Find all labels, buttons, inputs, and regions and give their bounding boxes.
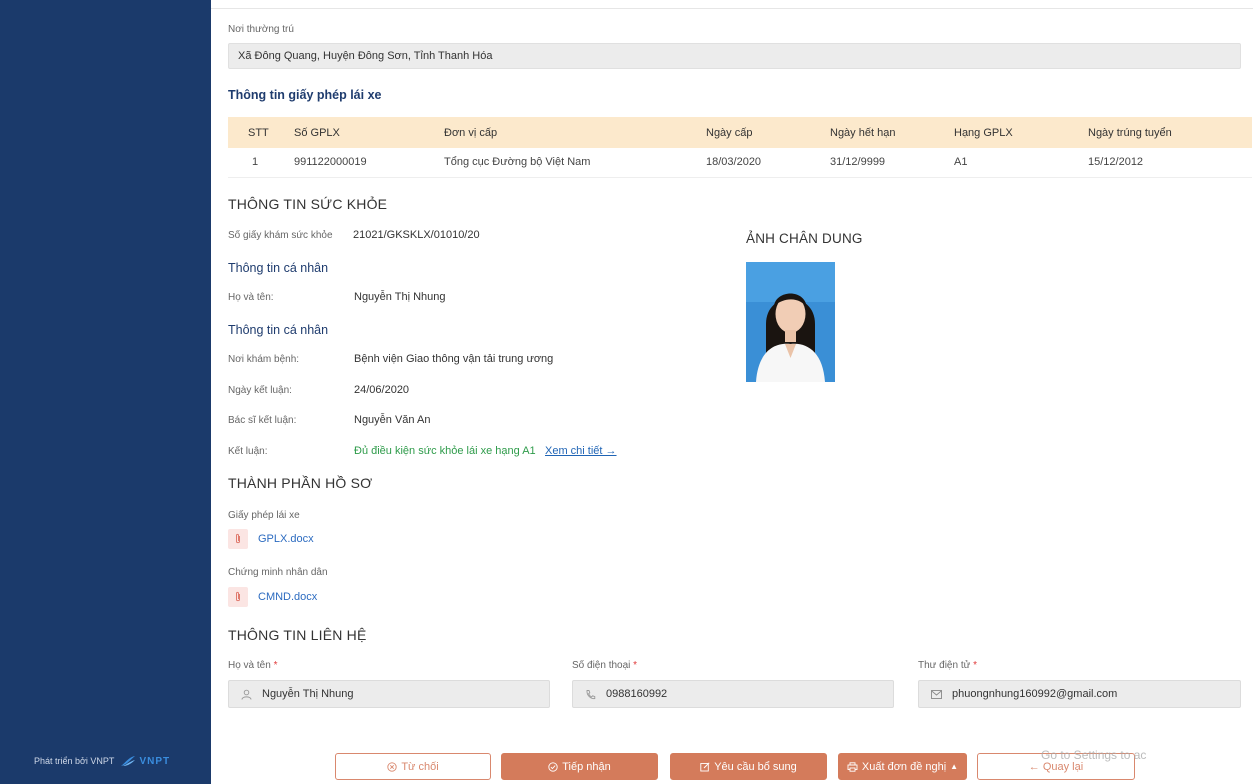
health-section-title: THÔNG TIN SỨC KHỎE bbox=[228, 196, 388, 212]
export-button[interactable]: Xuất đơn đề nghị ▲ bbox=[838, 753, 967, 780]
export-button-label: Xuất đơn đề nghị bbox=[861, 760, 947, 773]
contact-phone-field[interactable]: 0988160992 bbox=[572, 680, 894, 708]
col-license-class: Hạng GPLX bbox=[948, 117, 1082, 148]
contact-email-field[interactable]: phuongnhung160992@gmail.com bbox=[918, 680, 1241, 708]
accept-button-label: Tiếp nhận bbox=[562, 760, 611, 773]
license-table: STT Số GPLX Đơn vị cấp Ngày cấp Ngày hết… bbox=[228, 117, 1252, 178]
view-detail-link[interactable]: Xem chi tiết → bbox=[545, 445, 617, 457]
mail-icon bbox=[931, 689, 942, 699]
cell-license-number: 991122000019 bbox=[288, 148, 438, 178]
paperclip-icon bbox=[228, 529, 248, 549]
sidebar-footer: Phát triển bởi VNPT VNPT bbox=[34, 755, 170, 767]
exam-place-value: Bệnh viện Giao thông vận tải trung ương bbox=[354, 353, 554, 365]
portrait-title: ẢNH CHÂN DUNG bbox=[746, 231, 863, 246]
contact-name-field[interactable]: Nguyễn Thị Nhung bbox=[228, 680, 550, 708]
col-pass-date: Ngày trúng tuyển bbox=[1082, 117, 1252, 148]
edit-icon bbox=[700, 761, 710, 771]
conclusion-value: Đủ điều kiện sức khỏe lái xe hạng A1 bbox=[354, 445, 536, 457]
back-button-label: ← Quay lại bbox=[1028, 760, 1084, 773]
user-icon bbox=[241, 689, 252, 700]
file-link-cmnd[interactable]: CMND.docx bbox=[258, 591, 317, 603]
request-more-button[interactable]: Yêu cầu bổ sung bbox=[670, 753, 827, 780]
cell-issuer: Tổng cục Đường bộ Việt Nam bbox=[438, 148, 700, 178]
developer-credit: Phát triển bởi VNPT bbox=[34, 756, 115, 766]
check-circle-icon bbox=[548, 761, 558, 772]
contact-email-value: phuongnhung160992@gmail.com bbox=[952, 688, 1118, 700]
reject-button-label: Từ chối bbox=[401, 760, 439, 773]
cell-license-class: A1 bbox=[948, 148, 1082, 178]
vnpt-logo: VNPT bbox=[120, 755, 170, 767]
col-issue-date: Ngày cấp bbox=[700, 117, 824, 148]
col-expiry-date: Ngày hết hạn bbox=[824, 117, 948, 148]
health-cert-label: Số giấy khám sức khỏe bbox=[228, 230, 333, 241]
vnpt-swirl-icon bbox=[121, 756, 136, 766]
col-issuer: Đơn vị cấp bbox=[438, 117, 700, 148]
col-license-number: Số GPLX bbox=[288, 117, 438, 148]
document-label-id-card: Chứng minh nhân dân bbox=[228, 567, 328, 578]
health-cert-value: 21021/GKSKLX/01010/20 bbox=[353, 229, 480, 241]
col-stt: STT bbox=[228, 117, 288, 148]
table-row: 1 991122000019 Tổng cục Đường bộ Việt Na… bbox=[228, 148, 1252, 178]
personal-info-title: Thông tin cá nhân bbox=[228, 261, 329, 275]
paperclip-icon bbox=[228, 587, 248, 607]
contact-name-label: Họ và tên * bbox=[228, 660, 278, 671]
license-section-title: Thông tin giấy phép lái xe bbox=[228, 88, 382, 102]
contact-email-label: Thư điện tử * bbox=[918, 660, 977, 671]
reject-button[interactable]: Từ chối bbox=[335, 753, 491, 780]
request-more-button-label: Yêu cầu bổ sung bbox=[714, 760, 797, 773]
portrait-photo bbox=[746, 262, 835, 382]
license-table-header: STT Số GPLX Đơn vị cấp Ngày cấp Ngày hết… bbox=[228, 117, 1252, 148]
conclusion-date-label: Ngày kết luận: bbox=[228, 385, 292, 396]
residence-field: Xã Đông Quang, Huyện Đông Sơn, Tỉnh Than… bbox=[228, 43, 1241, 69]
doctor-label: Bác sĩ kết luận: bbox=[228, 415, 297, 426]
printer-icon bbox=[847, 761, 858, 772]
conclusion-date-value: 24/06/2020 bbox=[354, 384, 410, 396]
cell-stt: 1 bbox=[228, 148, 288, 178]
vnpt-logo-text: VNPT bbox=[139, 755, 171, 767]
contact-phone-value: 0988160992 bbox=[606, 688, 668, 700]
personal-info-title-2: Thông tin cá nhân bbox=[228, 323, 329, 337]
conclusion-label: Kết luận: bbox=[228, 446, 268, 457]
sidebar: Phát triển bởi VNPT VNPT bbox=[0, 0, 211, 784]
contact-name-value: Nguyễn Thị Nhung bbox=[262, 688, 354, 700]
cell-issue-date: 18/03/2020 bbox=[700, 148, 824, 178]
document-label-license: Giấy phép lái xe bbox=[228, 510, 300, 521]
contact-section-title: THÔNG TIN LIÊN HỆ bbox=[228, 627, 367, 643]
accept-button[interactable]: Tiếp nhận bbox=[501, 753, 658, 780]
cell-expiry-date: 31/12/9999 bbox=[824, 148, 948, 178]
close-circle-icon bbox=[387, 761, 397, 772]
top-divider bbox=[211, 8, 1253, 9]
contact-phone-label: Số điện thoại * bbox=[572, 660, 638, 671]
documents-section-title: THÀNH PHẦN HỒ SƠ bbox=[228, 475, 373, 491]
caret-up-icon: ▲ bbox=[950, 762, 959, 771]
main-content: Nơi thường trú Xã Đông Quang, Huyện Đông… bbox=[211, 0, 1253, 784]
phone-icon bbox=[586, 689, 596, 699]
name-value: Nguyễn Thị Nhung bbox=[354, 291, 446, 303]
name-label: Họ và tên: bbox=[228, 292, 274, 303]
exam-place-label: Nơi khám bệnh: bbox=[228, 354, 300, 365]
cell-pass-date: 15/12/2012 bbox=[1082, 148, 1252, 178]
file-link-gplx[interactable]: GPLX.docx bbox=[258, 533, 314, 545]
doctor-value: Nguyễn Văn An bbox=[354, 414, 431, 426]
residence-label: Nơi thường trú bbox=[228, 24, 294, 35]
activation-watermark: Go to Settings to ac bbox=[1041, 748, 1147, 762]
